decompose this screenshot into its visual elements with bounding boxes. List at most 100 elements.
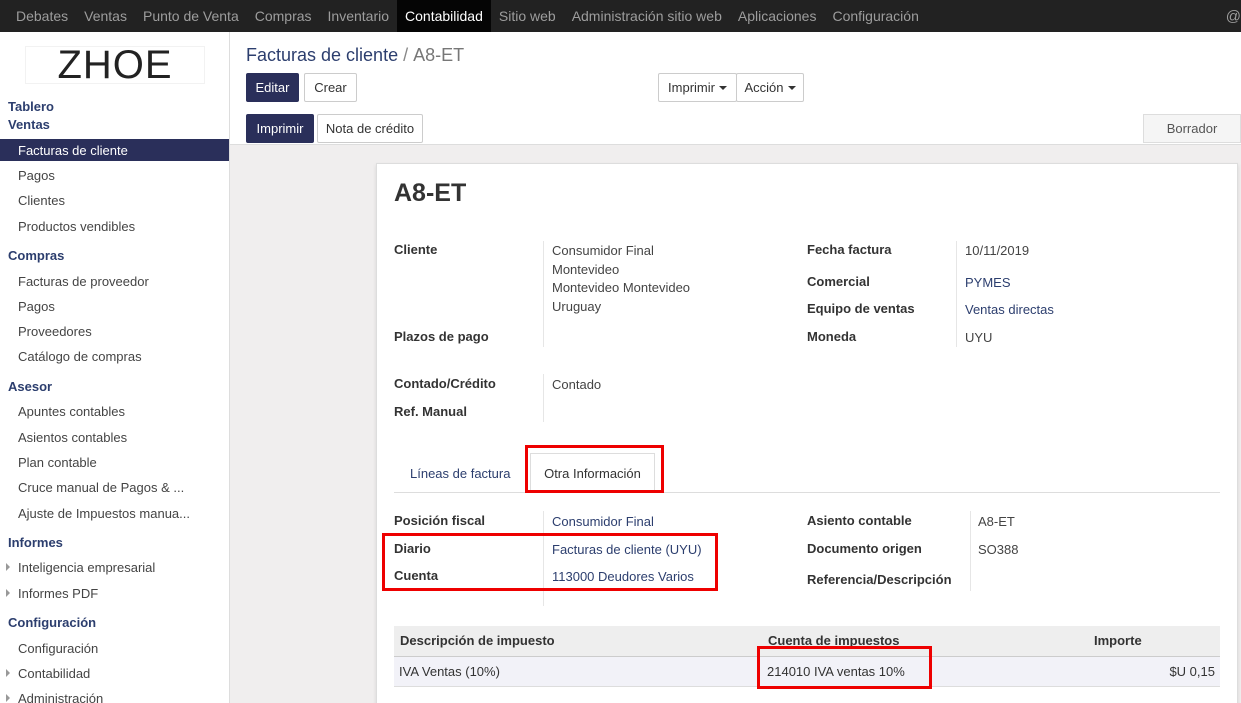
sidebar-item-facturas-proveedor[interactable]: Facturas de proveedor [0, 270, 229, 292]
top-menu-bar: Debates Ventas Punto de Venta Compras In… [0, 0, 1241, 32]
table-header-row: Descripción de impuesto Cuenta de impues… [394, 626, 1220, 657]
sidebar-item-configuracion[interactable]: Configuración [0, 637, 229, 659]
sidebar: ZHOE Tablero Ventas Facturas de cliente … [0, 32, 230, 703]
field-divider [970, 511, 971, 591]
sidebar-item-label: Informes PDF [18, 585, 99, 601]
contado-credito-value[interactable]: Contado [552, 376, 601, 395]
control-panel: Facturas de cliente / A8-ET Editar Crear I… [230, 32, 1241, 145]
comercial-label: Comercial [807, 274, 870, 289]
plazos-pago-label: Plazos de pago [394, 329, 489, 344]
cuenta-value[interactable]: 113000 Deudores Varios [552, 568, 694, 587]
sidebar-item-proveedores[interactable]: Proveedores [0, 320, 229, 342]
menu-configuracion[interactable]: Configuración [824, 0, 926, 32]
cliente-country: Uruguay [552, 298, 602, 314]
crear-button[interactable]: Crear [304, 73, 357, 102]
accion-dropdown-button[interactable]: Acción [736, 73, 804, 102]
sidebar-heading-ventas: Ventas [8, 117, 50, 132]
cliente-address[interactable]: Consumidor Final Montevideo Montevideo M… [552, 242, 690, 316]
tax-table: Descripción de impuesto Cuenta de impues… [394, 626, 1220, 687]
sidebar-item-plan-contable[interactable]: Plan contable [0, 451, 229, 473]
status-borrador[interactable]: Borrador [1143, 114, 1241, 143]
caret-right-icon [6, 563, 10, 571]
imprimir-button[interactable]: Imprimir [246, 114, 314, 143]
sidebar-item-informes-pdf[interactable]: Informes PDF [0, 582, 229, 604]
menu-contabilidad[interactable]: Contabilidad [397, 0, 491, 32]
moneda-label: Moneda [807, 329, 857, 344]
tax-amount-cell: $U 0,15 [1088, 656, 1220, 687]
breadcrumb-facturas-cliente[interactable]: Facturas de cliente [246, 45, 398, 65]
field-divider [543, 374, 544, 422]
sidebar-heading-tablero[interactable]: Tablero [8, 99, 54, 114]
cliente-name: Consumidor Final [552, 243, 654, 258]
imprimir-dropdown-button[interactable]: Imprimir [658, 73, 737, 102]
documento-origen-label: Documento origen [807, 541, 922, 556]
posicion-fiscal-value[interactable]: Consumidor Final [552, 513, 654, 532]
logo-text: ZHOE [57, 42, 173, 87]
sidebar-heading-compras: Compras [8, 248, 65, 263]
col-descripcion-impuesto[interactable]: Descripción de impuesto [394, 626, 762, 657]
menu-punto-de-venta[interactable]: Punto de Venta [135, 0, 247, 32]
sidebar-item-pagos-ventas[interactable]: Pagos [0, 164, 229, 186]
asiento-contable-label: Asiento contable [807, 513, 912, 528]
editar-button[interactable]: Editar [246, 73, 299, 102]
col-cuenta-impuestos[interactable]: Cuenta de impuestos [762, 626, 1088, 657]
nota-credito-button[interactable]: Nota de crédito [317, 114, 423, 143]
invoice-number-title: A8-ET [394, 179, 467, 207]
sidebar-item-contabilidad[interactable]: Contabilidad [0, 662, 229, 684]
diario-value[interactable]: Facturas de cliente (UYU) [552, 541, 702, 560]
sidebar-item-label: Contabilidad [18, 665, 91, 681]
sidebar-item-productos-vendibles[interactable]: Productos vendibles [0, 215, 229, 237]
menu-sitio-web[interactable]: Sitio web [491, 0, 564, 32]
contado-credito-label: Contado/Crédito [394, 376, 496, 391]
sidebar-item-label: Inteligencia empresarial [18, 559, 156, 575]
accion-dropdown-label: Acción [744, 80, 784, 95]
sidebar-item-catalogo-compras[interactable]: Catálogo de compras [0, 345, 229, 367]
table-row[interactable]: IVA Ventas (10%) 214010 IVA ventas 10% $… [394, 656, 1220, 687]
menu-compras[interactable]: Compras [247, 0, 320, 32]
col-importe[interactable]: Importe [1088, 626, 1220, 657]
referencia-descripcion-label: Referencia/Descripción [807, 572, 952, 587]
sidebar-item-administracion[interactable]: Administración [0, 687, 229, 703]
documento-origen-value[interactable]: SO388 [978, 541, 1018, 560]
menu-administracion-sitio-web[interactable]: Administración sitio web [564, 0, 730, 32]
moneda-value[interactable]: UYU [965, 329, 992, 348]
breadcrumb: Facturas de cliente / A8-ET [246, 45, 464, 66]
sidebar-heading-asesor: Asesor [8, 379, 53, 394]
company-logo: ZHOE [25, 43, 205, 87]
sidebar-item-apuntes-contables[interactable]: Apuntes contables [0, 400, 229, 422]
menu-inventario[interactable]: Inventario [320, 0, 397, 32]
sidebar-item-asientos-contables[interactable]: Asientos contables [0, 426, 229, 448]
caret-right-icon [6, 589, 10, 597]
equipo-ventas-label: Equipo de ventas [807, 301, 915, 316]
ref-manual-label: Ref. Manual [394, 404, 467, 419]
invoice-form-sheet: A8-ET Cliente Consumidor Final Montevide… [376, 163, 1238, 703]
menu-debates[interactable]: Debates [0, 0, 76, 32]
sidebar-item-facturas-cliente[interactable]: Facturas de cliente [0, 139, 229, 161]
cuenta-label: Cuenta [394, 568, 439, 583]
asiento-contable-value[interactable]: A8-ET [978, 513, 1015, 532]
tab-lineas-factura[interactable]: Líneas de factura [410, 453, 510, 493]
sidebar-item-inteligencia-empresarial[interactable]: Inteligencia empresarial [0, 556, 229, 578]
menu-ventas[interactable]: Ventas [76, 0, 135, 32]
posicion-fiscal-label: Posición fiscal [394, 513, 486, 528]
sidebar-item-pagos-compras[interactable]: Pagos [0, 295, 229, 317]
imprimir-dropdown-label: Imprimir [668, 80, 715, 95]
caret-right-icon [6, 669, 10, 677]
sidebar-item-clientes[interactable]: Clientes [0, 189, 229, 211]
comercial-value[interactable]: PYMES [965, 274, 1011, 293]
cliente-state: Montevideo Montevideo [552, 280, 691, 295]
sidebar-item-ajuste-impuestos[interactable]: Ajuste de Impuestos manua... [0, 502, 229, 524]
fecha-factura-value[interactable]: 10/11/2019 [965, 242, 1029, 261]
sidebar-item-cruce-manual[interactable]: Cruce manual de Pagos & ... [0, 476, 229, 498]
equipo-ventas-value[interactable]: Ventas directas [965, 301, 1054, 320]
menu-aplicaciones[interactable]: Aplicaciones [730, 0, 825, 32]
user-menu-icon[interactable]: @ [1226, 0, 1241, 32]
tab-otra-informacion[interactable]: Otra Información [530, 453, 655, 493]
breadcrumb-current: A8-ET [413, 45, 465, 65]
diario-label: Diario [394, 541, 431, 556]
caret-down-icon [787, 85, 796, 90]
cliente-city: Montevideo [552, 261, 620, 277]
caret-right-icon [6, 694, 10, 702]
breadcrumb-separator: / [403, 45, 409, 65]
sidebar-heading-configuracion: Configuración [8, 615, 97, 630]
